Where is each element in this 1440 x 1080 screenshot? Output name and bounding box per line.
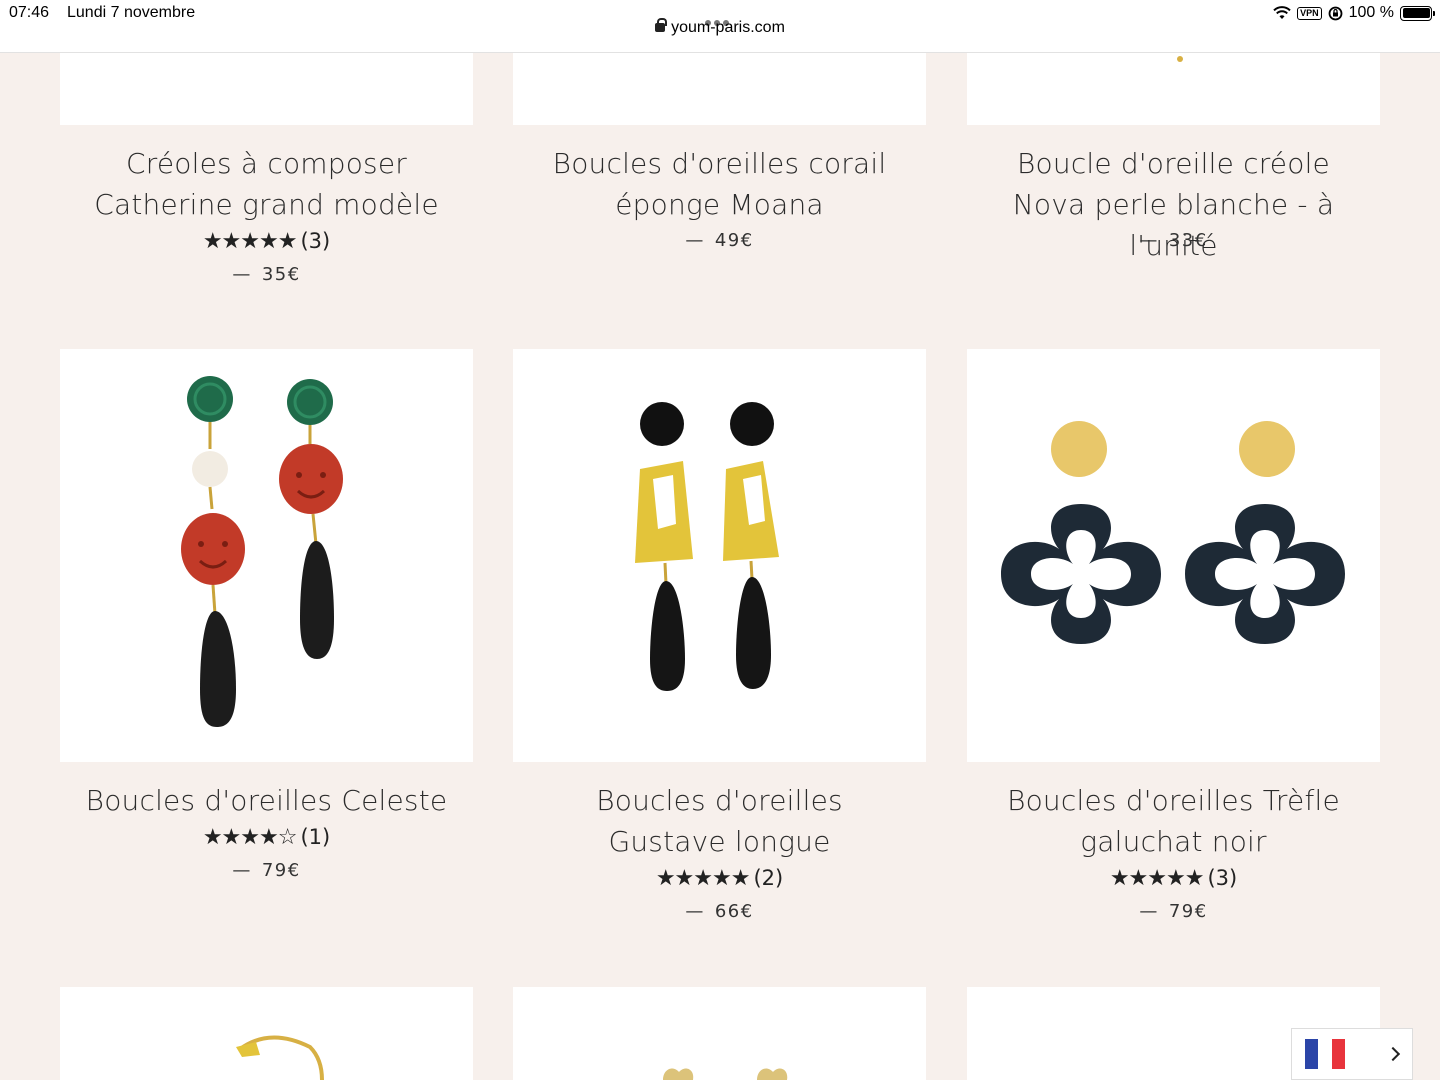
stud-earrings-image: [663, 1068, 788, 1080]
product-title[interactable]: Créoles à composer Catherine grand modèl…: [60, 143, 473, 225]
rating-stars-icon: ★★★★☆: [202, 825, 298, 850]
product-title[interactable]: Boucles d'oreilles Trèfle galuchat noir: [967, 780, 1380, 862]
rating-stars-icon: ★★★★★: [1109, 866, 1205, 891]
review-count[interactable]: (3): [300, 229, 330, 253]
product-rating: ★★★★★ (2): [513, 865, 926, 892]
gustave-earrings-image: [635, 402, 779, 691]
product-image[interactable]: [513, 53, 926, 125]
price-dash: —: [1139, 230, 1159, 251]
product-price: — 35€: [60, 264, 473, 285]
review-count[interactable]: (1): [300, 825, 330, 849]
product-price: — 79€: [60, 860, 473, 881]
product-price: — 33€: [967, 230, 1380, 251]
price-dash: —: [685, 230, 705, 251]
product-image[interactable]: [60, 53, 473, 125]
price-dash: —: [685, 901, 705, 922]
battery-icon: [1400, 5, 1435, 21]
review-count[interactable]: (3): [1207, 866, 1237, 890]
price-value: 79€: [1168, 901, 1208, 922]
product-price: — 66€: [513, 901, 926, 922]
product-image[interactable]: [60, 349, 473, 762]
rating-stars-icon: ★★★★★: [202, 229, 298, 254]
trefle-earrings-image: [1001, 421, 1345, 644]
wifi-icon: [1273, 6, 1291, 19]
hoop-earring-image: [236, 1035, 324, 1080]
url-text: youm-paris.com: [671, 19, 785, 36]
product-rating: ★★★★☆ (1): [60, 824, 473, 851]
rating-stars-icon: ★★★★★: [655, 866, 751, 891]
price-dash: —: [232, 264, 252, 285]
product-price: — 79€: [967, 901, 1380, 922]
flag-fr-icon: [1305, 1039, 1345, 1069]
lock-icon: [655, 18, 668, 32]
product-image[interactable]: [513, 349, 926, 762]
earring-image: [1177, 56, 1183, 62]
product-image[interactable]: [513, 987, 926, 1080]
price-value: 66€: [714, 901, 754, 922]
review-count[interactable]: (2): [753, 866, 783, 890]
rotation-lock-icon: [1328, 6, 1343, 20]
vpn-icon: VPN: [1297, 6, 1322, 20]
chevron-right-icon: [1385, 1046, 1401, 1062]
price-dash: —: [1139, 901, 1159, 922]
product-rating: ★★★★★ (3): [967, 865, 1380, 892]
more-dots-icon[interactable]: [705, 11, 735, 26]
product-image[interactable]: [60, 987, 473, 1080]
price-dash: —: [232, 860, 252, 881]
price-value: 35€: [261, 264, 301, 285]
battery-percent: 100 %: [1348, 4, 1394, 21]
status-indicators: VPN 100 %: [1273, 3, 1435, 23]
price-value: 33€: [1168, 230, 1208, 251]
language-selector[interactable]: [1291, 1028, 1413, 1080]
product-price: — 49€: [513, 230, 926, 251]
product-rating: ★★★★★ (3): [60, 228, 473, 255]
product-image[interactable]: [967, 53, 1380, 125]
address-bar[interactable]: youm-paris.com: [0, 18, 1440, 37]
product-title[interactable]: Boucles d'oreilles corail éponge Moana: [513, 143, 926, 225]
price-value: 49€: [714, 230, 754, 251]
status-bar: 07:46 Lundi 7 novembre youm-paris.com VP…: [0, 0, 1440, 53]
product-image[interactable]: [967, 349, 1380, 762]
product-title[interactable]: Boucles d'oreilles Gustave longue: [513, 780, 926, 862]
price-value: 79€: [261, 860, 301, 881]
celeste-earrings-image: [181, 376, 343, 727]
product-title[interactable]: Boucles d'oreilles Celeste: [60, 780, 473, 821]
